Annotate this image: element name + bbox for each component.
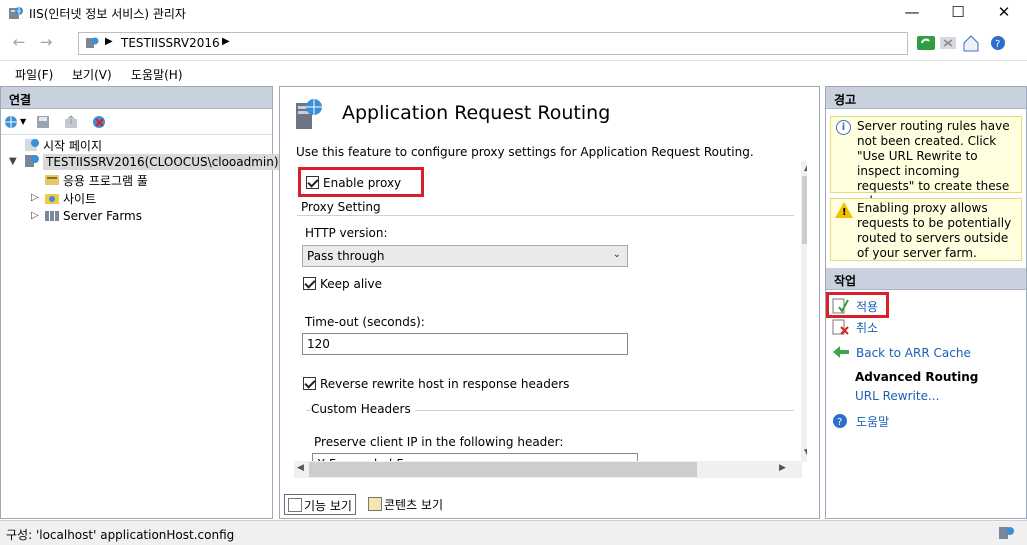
- cancel-icon: [832, 319, 849, 335]
- title-bar: IIS(인터넷 정보 서비스) 관리자 — ☐ ✕: [0, 0, 1027, 26]
- checkbox-checked-icon[interactable]: [306, 176, 319, 189]
- back-to-arr-cache-link[interactable]: Back to ARR Cache: [832, 344, 971, 360]
- refresh-icon[interactable]: [916, 33, 936, 53]
- view-tabs: 기능 보기 콘텐츠 보기: [279, 492, 820, 518]
- vertical-scrollbar[interactable]: ▲ ▼: [801, 161, 807, 462]
- arr-feature-icon: [296, 99, 322, 129]
- maximize-button[interactable]: ☐: [935, 0, 981, 26]
- tree-node-start-page[interactable]: 시작 페이지: [24, 137, 102, 154]
- preserve-ip-label: Preserve client IP in the following head…: [314, 435, 564, 449]
- expand-arrow-icon[interactable]: ▷: [31, 210, 39, 221]
- tab-features-view[interactable]: 기능 보기: [284, 494, 356, 515]
- iis-app-icon: [9, 7, 23, 19]
- keep-alive-checkbox[interactable]: Keep alive: [303, 277, 382, 291]
- home-icon[interactable]: [961, 33, 981, 53]
- server-icon: [86, 37, 99, 48]
- help-icon[interactable]: ?: [989, 33, 1009, 53]
- proxy-setting-group: [297, 215, 794, 216]
- sites-folder-icon: [45, 194, 59, 204]
- scroll-up-icon[interactable]: ▲: [804, 163, 807, 173]
- scroll-right-icon[interactable]: ▶: [779, 463, 786, 473]
- actions-panel: 경고 i Server routing rules have not been …: [825, 86, 1027, 519]
- help-action[interactable]: ? 도움말: [832, 413, 889, 430]
- status-bar: 구성: 'localhost' applicationHost.config: [0, 520, 1027, 545]
- connection-status-icon: [999, 527, 1014, 539]
- help-icon: ?: [833, 414, 847, 428]
- breadcrumb[interactable]: TESTIISSRV2016: [121, 36, 220, 50]
- dropdown-arrow-icon[interactable]: ▼: [20, 117, 36, 133]
- stop-icon[interactable]: [938, 33, 958, 53]
- cancel-action[interactable]: 취소: [832, 319, 878, 336]
- connect-globe-icon[interactable]: [4, 114, 20, 130]
- reverse-rewrite-checkbox[interactable]: Reverse rewrite host in response headers: [303, 377, 569, 391]
- menu-file[interactable]: 파일(F): [15, 66, 53, 83]
- expand-arrow-icon[interactable]: ▷: [31, 192, 39, 203]
- actions-header: 작업: [826, 268, 1026, 290]
- http-version-label: HTTP version:: [305, 226, 388, 240]
- http-version-select[interactable]: Pass through ⌄: [302, 245, 628, 267]
- connections-toolbar: ▼: [1, 109, 272, 135]
- scroll-down-icon[interactable]: ▼: [804, 448, 807, 458]
- address-bar[interactable]: ▶ TESTIISSRV2016 ▶: [78, 32, 908, 55]
- menu-view[interactable]: 보기(V): [72, 66, 112, 83]
- feature-description: Use this feature to configure proxy sett…: [296, 145, 754, 159]
- checkbox-checked-icon[interactable]: [303, 377, 316, 390]
- menu-help[interactable]: 도움말(H): [131, 66, 183, 83]
- back-button[interactable]: ←: [6, 32, 32, 54]
- scroll-thumb[interactable]: [309, 462, 697, 477]
- alerts-header: 경고: [826, 87, 1026, 109]
- apply-action[interactable]: 적용: [832, 298, 878, 315]
- warning-alert: ! Enabling proxy allows requests to be p…: [830, 198, 1022, 261]
- page-title: Application Request Routing: [342, 102, 611, 124]
- tree-node-server-farms[interactable]: Server Farms: [44, 208, 142, 223]
- address-row: ← → ▶ TESTIISSRV2016 ▶ ?: [0, 26, 1027, 61]
- connections-panel: 연결 ▼ 시작 페이지 ▼ TESTIISSRV2016(CLOOCUS\clo…: [0, 86, 282, 519]
- timeout-label: Time-out (seconds):: [305, 315, 425, 329]
- server-farms-icon: [45, 211, 59, 221]
- advanced-routing-heading: Advanced Routing: [855, 370, 979, 384]
- chevron-right-icon[interactable]: ▶: [105, 36, 113, 47]
- custom-headers-label: Custom Headers: [311, 402, 415, 416]
- horizontal-scrollbar[interactable]: ◀ ▶: [294, 461, 802, 478]
- content-view-icon: [368, 497, 382, 511]
- svg-text:?: ?: [837, 417, 842, 428]
- svg-text:?: ?: [995, 39, 1000, 50]
- start-page-icon: [25, 139, 39, 151]
- apply-icon: [832, 298, 849, 314]
- info-alert: i Server routing rules have not been cre…: [830, 116, 1022, 208]
- scroll-left-icon[interactable]: ◀: [297, 463, 304, 473]
- timeout-input[interactable]: 120: [302, 333, 628, 355]
- status-text: 구성: 'localhost' applicationHost.config: [6, 528, 235, 542]
- window-title: IIS(인터넷 정보 서비스) 관리자: [29, 7, 186, 21]
- checkbox-checked-icon[interactable]: [303, 277, 316, 290]
- save-icon[interactable]: [35, 114, 51, 130]
- chevron-right-icon[interactable]: ▶: [222, 36, 230, 47]
- proxy-setting-label: Proxy Setting: [301, 200, 385, 214]
- settings-scroll-area[interactable]: Enable proxy Proxy Setting HTTP version:…: [292, 159, 807, 479]
- server-icon: [25, 155, 39, 167]
- forward-button[interactable]: →: [33, 32, 59, 54]
- features-view-icon: [288, 498, 302, 512]
- enable-proxy-checkbox[interactable]: Enable proxy: [306, 176, 401, 190]
- app-pools-icon: [45, 175, 59, 185]
- chevron-down-icon[interactable]: ⌄: [613, 249, 621, 260]
- back-arrow-icon: [833, 346, 849, 358]
- scroll-thumb[interactable]: [802, 176, 807, 244]
- disconnect-icon[interactable]: [92, 114, 108, 130]
- feature-panel: Application Request Routing Use this fea…: [279, 86, 820, 519]
- minimize-button[interactable]: —: [889, 0, 935, 26]
- close-button[interactable]: ✕: [981, 0, 1027, 26]
- connections-header: 연결: [1, 87, 272, 109]
- tree-node-app-pools[interactable]: 응용 프로그램 풀: [44, 172, 148, 189]
- tree-node-sites[interactable]: 사이트: [44, 190, 96, 207]
- info-icon: i: [836, 120, 851, 135]
- menu-bar: 파일(F) 보기(V) 도움말(H): [0, 62, 1027, 86]
- collapse-arrow-icon[interactable]: ▼: [9, 156, 17, 167]
- tab-content-view[interactable]: 콘텐츠 보기: [365, 494, 446, 515]
- tree-node-server[interactable]: TESTIISSRV2016(CLOOCUS\clooadmin): [24, 154, 282, 170]
- up-level-icon[interactable]: [63, 114, 79, 130]
- url-rewrite-link[interactable]: URL Rewrite...: [855, 389, 939, 403]
